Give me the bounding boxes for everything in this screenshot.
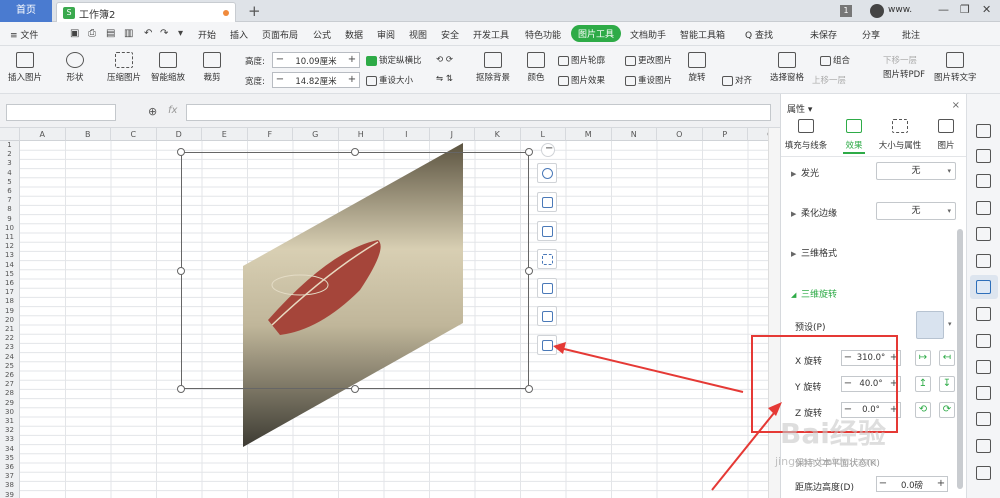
bottom-decrease-button[interactable]: − — [877, 477, 889, 491]
format-icon[interactable] — [537, 306, 557, 326]
resize-handle-nw[interactable] — [177, 148, 185, 156]
bottom-height-label: 距底边高度(D) — [795, 483, 854, 493]
selection-pane-button[interactable]: 选择窗格 — [770, 52, 804, 83]
glow-section[interactable]: ▶ 发光 — [791, 166, 819, 179]
resize-handle-se[interactable] — [525, 385, 533, 393]
cursor-icon[interactable] — [976, 124, 991, 138]
table-icon[interactable] — [976, 201, 991, 215]
bottom-height-stepper[interactable]: −0.0磅 + — [876, 476, 948, 492]
group-button[interactable]: 组合 — [820, 54, 850, 66]
brush-icon[interactable] — [976, 307, 991, 321]
preset-dropdown[interactable] — [916, 311, 944, 339]
group-icon — [820, 55, 831, 66]
notification-badge[interactable]: 1 — [840, 5, 852, 17]
layout-icon[interactable] — [537, 335, 557, 355]
vertical-scrollbar[interactable] — [768, 128, 780, 498]
resize-handle-e[interactable] — [525, 267, 533, 275]
x-rotate-left-icon[interactable]: ↦ — [915, 350, 931, 366]
effects-icon — [846, 119, 862, 133]
resize-handle-ne[interactable] — [525, 148, 533, 156]
magic-crop-icon[interactable] — [537, 192, 557, 212]
chart-icon[interactable] — [976, 254, 991, 268]
resize-handle-n[interactable] — [351, 148, 359, 156]
tab-fill-line[interactable]: 填充与线条 — [783, 116, 829, 151]
soft-edge-dropdown[interactable]: 无 ▾ — [876, 202, 956, 220]
comment-icon[interactable] — [976, 412, 991, 426]
layers-icon[interactable] — [976, 174, 991, 188]
resize-handle-sw[interactable] — [177, 385, 185, 393]
unsaved-status[interactable]: 未保存 — [810, 28, 837, 41]
picture-to-pdf-button[interactable]: 图片转PDF — [883, 68, 925, 80]
maximize-button[interactable]: ❐ — [960, 3, 970, 16]
y-rotate-down-icon[interactable]: ↧ — [939, 376, 955, 392]
crop-icon[interactable] — [537, 221, 557, 241]
z-rotate-ccw-icon[interactable]: ⟲ — [915, 402, 931, 418]
more-icon[interactable] — [976, 466, 991, 480]
bottom-increase-button[interactable]: + — [935, 477, 947, 491]
3d-rotation-section[interactable]: ◢ 三维旋转 — [791, 287, 837, 300]
tab-size-properties[interactable]: 大小与属性 — [877, 116, 923, 151]
size-icon — [892, 119, 908, 133]
resize-handle-w[interactable] — [177, 267, 185, 275]
picture-to-text-button[interactable]: 图片转文字 — [934, 52, 977, 83]
picture-to-text-icon — [946, 52, 965, 68]
zoom-icon[interactable] — [537, 163, 557, 183]
picture-icon — [938, 119, 954, 133]
y-rotate-up-icon[interactable]: ↥ — [915, 376, 931, 392]
preset-label: 预设(P) — [795, 323, 826, 333]
frame-icon[interactable] — [537, 249, 557, 269]
fill-icon — [798, 119, 814, 133]
share-icon[interactable] — [976, 386, 991, 400]
soft-edge-section[interactable]: ▶ 柔化边缘 — [791, 206, 837, 219]
minimize-button[interactable]: — — [938, 3, 949, 16]
bring-forward-button[interactable]: 上移一层 — [812, 74, 846, 86]
panel-divider — [781, 156, 967, 157]
chevron-down-icon[interactable]: ▾ — [948, 320, 952, 328]
glow-dropdown[interactable]: 无 ▾ — [876, 162, 956, 180]
picture-icon[interactable] — [976, 227, 991, 241]
export-icon[interactable] — [976, 360, 991, 374]
resize-handle-s[interactable] — [351, 385, 359, 393]
selection-pane-icon — [778, 52, 796, 68]
help-icon[interactable] — [976, 439, 991, 453]
shapes-icon[interactable] — [976, 149, 991, 163]
send-backward-button[interactable]: 下移一层 — [883, 54, 917, 66]
close-button[interactable]: ✕ — [982, 3, 991, 16]
right-sidebar — [966, 94, 1000, 498]
comment-button[interactable]: 批注 — [902, 28, 920, 41]
tab-picture[interactable]: 图片 — [923, 116, 969, 151]
selection-frame[interactable] — [181, 152, 529, 389]
bottom-height-value[interactable]: 0.0磅 — [889, 479, 935, 491]
watermark: Bai经验 — [780, 417, 886, 450]
copy-icon[interactable] — [537, 278, 557, 298]
x-rotate-right-icon[interactable]: ↤ — [939, 350, 955, 366]
avatar[interactable] — [870, 4, 884, 18]
panel-title[interactable]: 属性 ▾ — [787, 102, 812, 115]
close-icon[interactable]: × — [952, 100, 960, 111]
active-tab-indicator — [843, 152, 865, 154]
tab-effects[interactable]: 效果 — [831, 116, 877, 151]
watermark-url: jingyan.baidu.com — [775, 455, 877, 468]
z-rotate-cw-icon[interactable]: ⟳ — [939, 402, 955, 418]
copy-icon[interactable] — [976, 334, 991, 348]
user-name[interactable]: www. — [888, 5, 912, 15]
panel-scrollbar[interactable] — [957, 229, 963, 489]
3d-format-section[interactable]: ▶ 三维格式 — [791, 246, 837, 259]
properties-icon[interactable] — [976, 280, 991, 294]
collapse-toolbar-button[interactable]: − — [541, 143, 555, 157]
share-button[interactable]: 分享 — [862, 28, 880, 41]
